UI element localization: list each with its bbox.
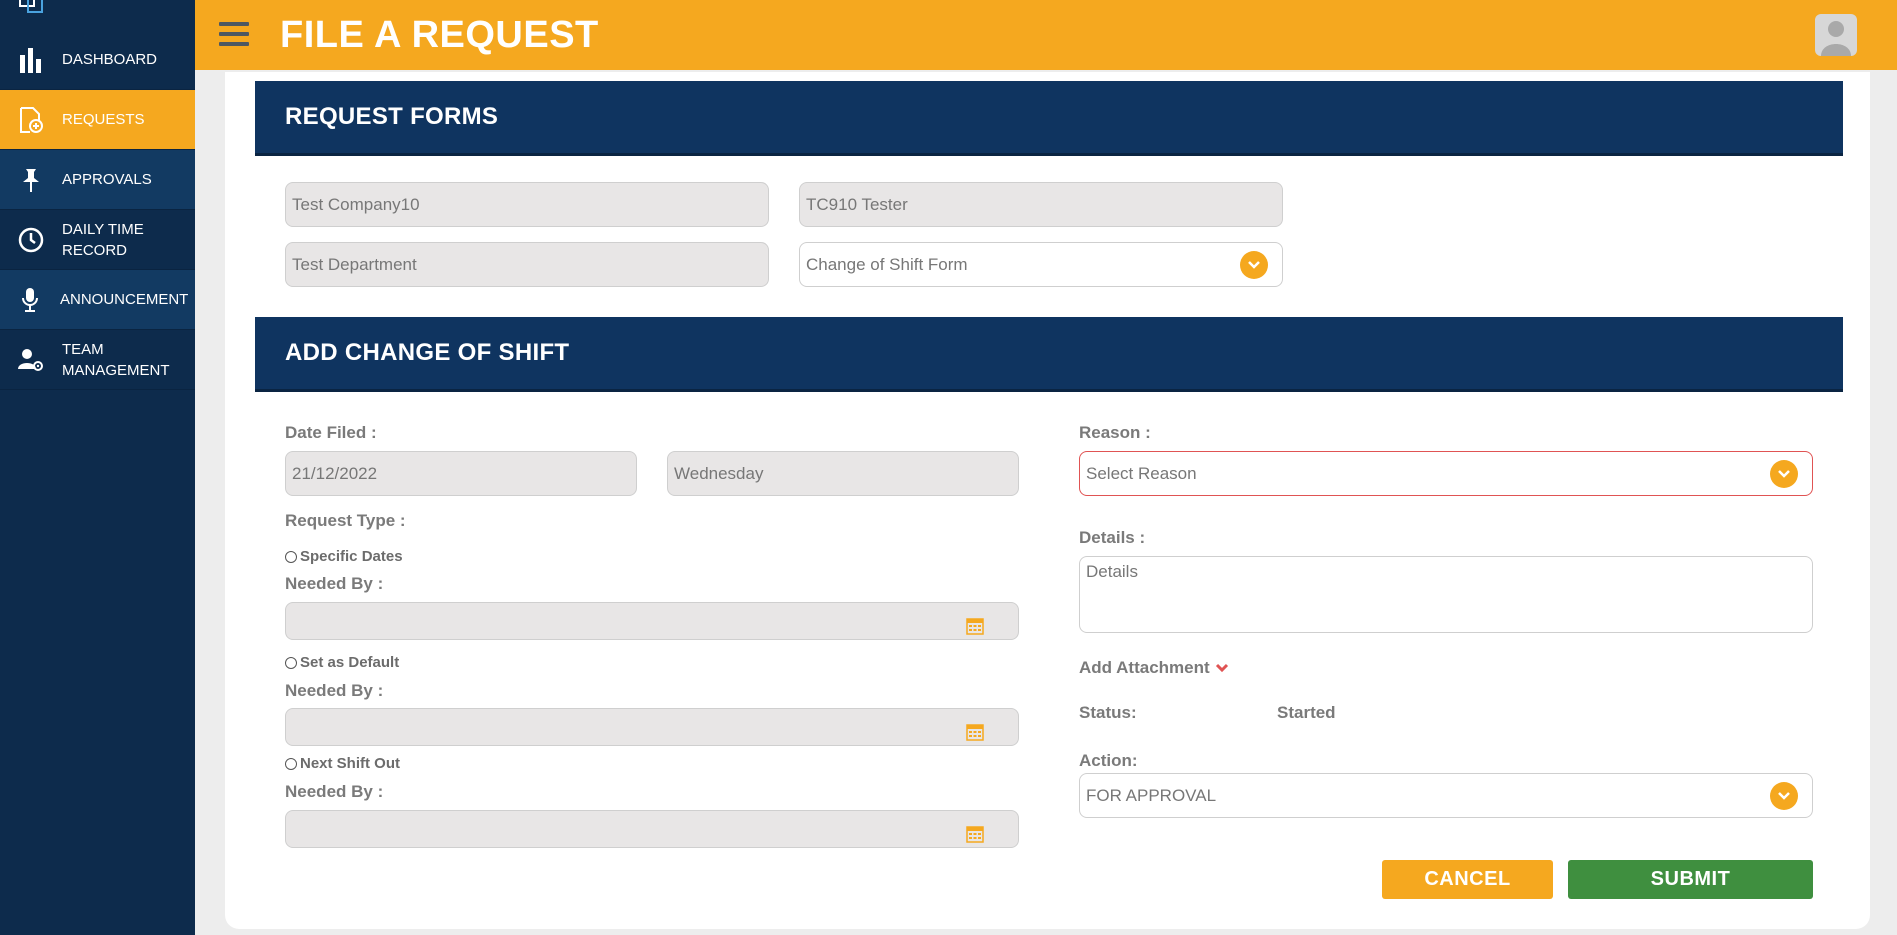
submit-button[interactable]: SUBMIT [1568,860,1813,899]
needed-by-date-input-2[interactable] [285,708,1019,746]
needed-by-label: Needed By : [285,574,384,593]
details-label: Details : [1079,528,1146,547]
sidebar-item-approvals[interactable]: APPROVALS [0,150,195,210]
sidebar-item-label: TEAM MANAGEMENT [62,340,170,379]
action-select[interactable]: FOR APPROVAL [1079,773,1813,818]
radio-button[interactable] [285,550,297,563]
user-avatar[interactable] [1815,14,1857,56]
request-doc-icon [0,106,62,134]
chevron-down-icon[interactable] [1770,460,1798,488]
sidebar-item-daily-time-record[interactable]: DAILY TIME RECORD [0,210,195,270]
add-change-of-shift-header: ADD CHANGE OF SHIFT [255,317,1843,389]
radio-button[interactable] [285,656,297,669]
radio-label: Specific Dates [300,548,403,565]
page-title: FILE A REQUEST [280,14,599,56]
needed-by-date-input-1[interactable] [285,602,1019,640]
sidebar-item-label: DASHBOARD [62,51,158,68]
action-label: Action: [1079,751,1138,770]
details-textarea[interactable]: Details [1079,556,1813,633]
calendar-icon[interactable] [966,718,984,741]
bar-chart-icon [0,47,62,73]
needed-by-date-input-3[interactable] [285,810,1019,848]
date-filed-field: 21/12/2022 [285,451,637,496]
clock-icon [0,227,62,253]
form-type-select[interactable]: Change of Shift Form [799,242,1283,287]
department-field: Test Department [285,242,769,287]
sidebar-item-label: APPROVALS [62,171,152,188]
calendar-icon[interactable] [966,820,984,843]
date-filed-label: Date Filed : [285,423,377,442]
chevron-down-icon[interactable] [1215,658,1229,678]
radio-label: Next Shift Out [300,755,400,772]
sidebar-item-label: REQUESTS [62,111,145,128]
day-field: Wednesday [667,451,1019,496]
add-attachment-label: Add Attachment [1079,658,1210,677]
radio-button[interactable] [285,757,297,770]
sidebar-item-team-management[interactable]: TEAM MANAGEMENT [0,330,195,390]
chevron-down-icon[interactable] [1770,782,1798,810]
radio-set-as-default[interactable]: Set as Default [285,654,399,671]
sidebar-item-requests[interactable]: REQUESTS [0,90,195,150]
reason-label: Reason : [1079,423,1151,442]
company-field: Test Company10 [285,182,769,227]
status-label: Status: [1079,703,1137,722]
status-value: Started [1277,703,1336,722]
sidebar-item-announcement[interactable]: ANNOUNCEMENT [0,270,195,330]
form-type-value: Change of Shift Form [806,255,968,274]
needed-by-label: Needed By : [285,681,384,700]
sidebar-item-label: DAILY TIME RECORD [62,220,144,259]
hamburger-menu-icon[interactable] [219,22,249,48]
microphone-icon [0,286,60,314]
add-attachment-toggle[interactable]: Add Attachment [1079,658,1229,678]
pushpin-icon [0,167,62,193]
needed-by-label: Needed By : [285,782,384,801]
employee-field: TC910 Tester [799,182,1283,227]
sidebar-item-label: ANNOUNCEMENT [60,291,189,308]
radio-next-shift-out[interactable]: Next Shift Out [285,755,400,772]
sidebar-item-dashboard[interactable]: DASHBOARD [0,30,195,90]
reason-value: Select Reason [1086,464,1197,483]
radio-label: Set as Default [300,654,400,671]
request-forms-header: REQUEST FORMS [255,81,1843,153]
request-type-label: Request Type : [285,511,406,530]
radio-specific-dates[interactable]: Specific Dates [285,548,403,565]
top-header: FILE A REQUEST [195,0,1897,70]
user-gear-icon [0,347,62,373]
action-value: FOR APPROVAL [1086,786,1217,805]
calendar-icon[interactable] [966,612,984,635]
cancel-button[interactable]: CANCEL [1382,860,1553,899]
reason-select[interactable]: Select Reason [1079,451,1813,496]
chevron-down-icon[interactable] [1240,251,1268,279]
sidebar: DASHBOARD REQUESTS APPROVALS DAILY TIME … [0,0,195,935]
company-logo [14,0,144,18]
